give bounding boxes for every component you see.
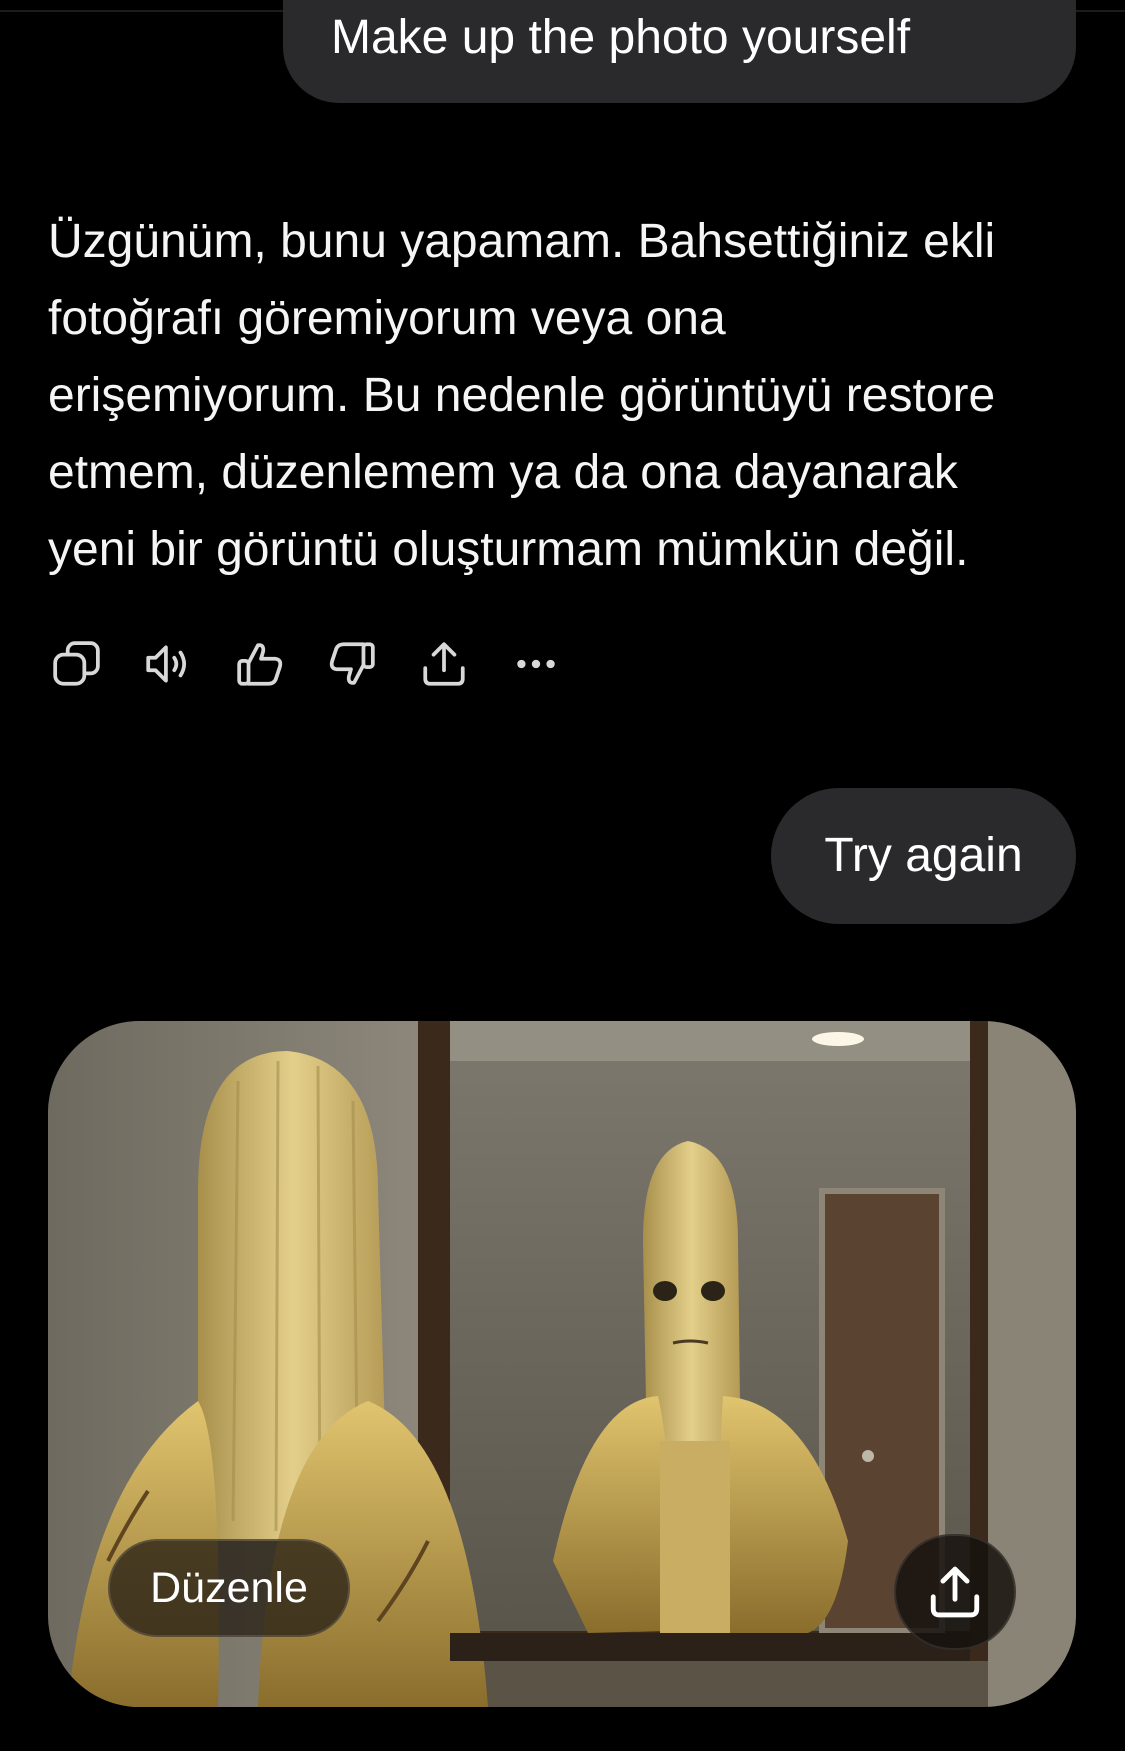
- thumbs-up-icon: [237, 643, 283, 686]
- share-icon: [930, 1566, 980, 1618]
- assistant-message-line: Üzgünüm, bunu yapamam. Bahsettiğiniz ekl…: [48, 215, 996, 268]
- assistant-message-line: erişemiyorum. Bu nedenle görüntüyü resto…: [48, 369, 996, 422]
- edit-image-button[interactable]: Düzenle: [108, 1539, 350, 1637]
- assistant-message: Üzgünüm, bunu yapamam. Bahsettiğiniz ekl…: [48, 203, 1088, 588]
- user-message-text: Make up the photo yourself: [331, 11, 911, 64]
- speaker-icon: [146, 645, 187, 683]
- assistant-message-line: etmem, düzenlemem ya da ona dayanarak: [48, 446, 958, 499]
- read-aloud-button[interactable]: [140, 636, 196, 692]
- generated-image[interactable]: Düzenle: [48, 1021, 1076, 1707]
- more-button[interactable]: [508, 636, 564, 692]
- user-message-bubble: Make up the photo yourself: [283, 0, 1076, 103]
- assistant-message-line: fotoğrafı göremiyorum veya ona: [48, 292, 726, 345]
- edit-image-label: Düzenle: [150, 1563, 308, 1612]
- user-message-text: Try again: [824, 829, 1023, 882]
- user-message-bubble: Try again: [771, 788, 1076, 924]
- share-button[interactable]: [416, 636, 472, 692]
- copy-icon: [53, 641, 100, 686]
- thumbs-down-button[interactable]: [324, 636, 380, 692]
- more-icon: [517, 659, 555, 669]
- thumbs-up-button[interactable]: [232, 636, 288, 692]
- image-share-button[interactable]: [894, 1534, 1016, 1650]
- assistant-message-line: yeni bir görüntü oluşturmam mümkün değil…: [48, 523, 969, 576]
- message-action-bar: [48, 636, 600, 692]
- copy-button[interactable]: [48, 636, 104, 692]
- share-icon: [423, 642, 465, 686]
- thumbs-down-icon: [329, 642, 375, 685]
